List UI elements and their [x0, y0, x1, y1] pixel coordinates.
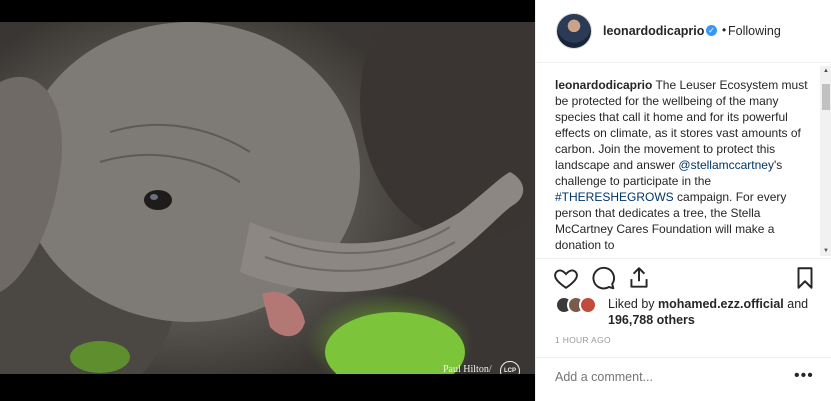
- liked-prefix: Liked by: [608, 297, 659, 311]
- more-options-icon[interactable]: •••: [794, 367, 814, 385]
- heart-icon[interactable]: [553, 265, 579, 291]
- caption-area: leonardodicaprio The Leuser Ecosystem mu…: [555, 77, 815, 249]
- liked-middle: and: [783, 297, 809, 311]
- add-comment-box: •••: [536, 357, 831, 401]
- post-side-panel: leonardodicaprio ✓ • Following leonardod…: [535, 0, 831, 401]
- photo-credit-logo: LCP: [500, 361, 520, 374]
- author-avatar[interactable]: [556, 13, 592, 49]
- post-actions-bar: [536, 258, 831, 296]
- liked-by-text: Liked by mohamed.ezz.official and 196,788…: [608, 296, 828, 328]
- likes-count-link[interactable]: 196,788 others: [608, 313, 695, 327]
- caption-username[interactable]: leonardodicaprio: [555, 78, 652, 92]
- following-button[interactable]: Following: [728, 24, 781, 38]
- avatar: [579, 296, 597, 314]
- scrollbar-thumb[interactable]: [822, 84, 830, 110]
- share-icon[interactable]: [626, 265, 652, 291]
- author-username[interactable]: leonardodicaprio: [603, 24, 704, 38]
- header-separator: •: [722, 23, 727, 37]
- post-photo-elephant[interactable]: Paul Hilton/ LCP: [0, 22, 535, 374]
- comment-input[interactable]: [555, 370, 775, 384]
- post-media: Paul Hilton/ LCP: [0, 0, 535, 401]
- photo-credit: Paul Hilton/: [443, 364, 492, 374]
- scroll-down-arrow-icon[interactable]: ▼: [823, 248, 829, 254]
- post-header: leonardodicaprio ✓ • Following: [536, 0, 831, 63]
- liker-avatars[interactable]: [555, 296, 605, 314]
- bookmark-icon[interactable]: [792, 265, 818, 291]
- caption-hashtag-link[interactable]: #THERESHEGROWS: [555, 190, 674, 204]
- comment-bubble-icon[interactable]: [590, 265, 616, 291]
- post-timestamp[interactable]: 1 HOUR AGO: [555, 335, 611, 345]
- likes-summary: Liked by mohamed.ezz.official and 196,788…: [555, 296, 828, 328]
- verified-check-icon: ✓: [706, 25, 717, 36]
- elephant-illustration: [0, 22, 535, 374]
- caption-scrollbar[interactable]: ▲ ▼: [820, 66, 831, 256]
- scroll-up-arrow-icon[interactable]: ▲: [823, 68, 829, 74]
- caption-mention-link[interactable]: @stellamccartney: [678, 158, 774, 172]
- liked-user-link[interactable]: mohamed.ezz.official: [658, 297, 784, 311]
